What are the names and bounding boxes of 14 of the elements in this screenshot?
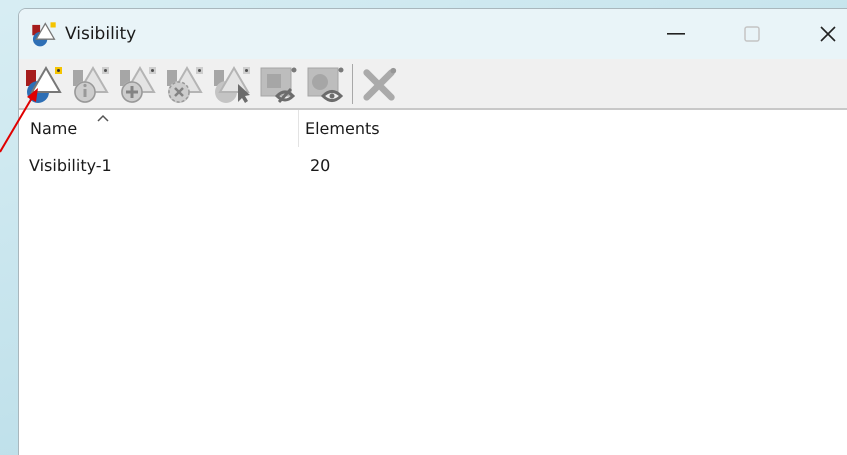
column-header[interactable]: Elements — [299, 110, 847, 147]
close-icon — [819, 25, 837, 43]
maximize-icon — [744, 26, 760, 42]
remove-icon — [164, 64, 204, 104]
pointer-icon — [212, 64, 252, 104]
app-icon — [31, 21, 57, 47]
column-header[interactable]: Name — [19, 110, 299, 147]
window-title: Visibility — [65, 24, 138, 44]
add-icon — [118, 64, 158, 104]
table-cell-text: 20 — [309, 156, 332, 174]
info-icon — [70, 64, 110, 104]
new-set-icon — [24, 64, 64, 104]
minimize-icon — [667, 33, 685, 35]
table-cell-text: Visibility-1 — [28, 156, 113, 174]
